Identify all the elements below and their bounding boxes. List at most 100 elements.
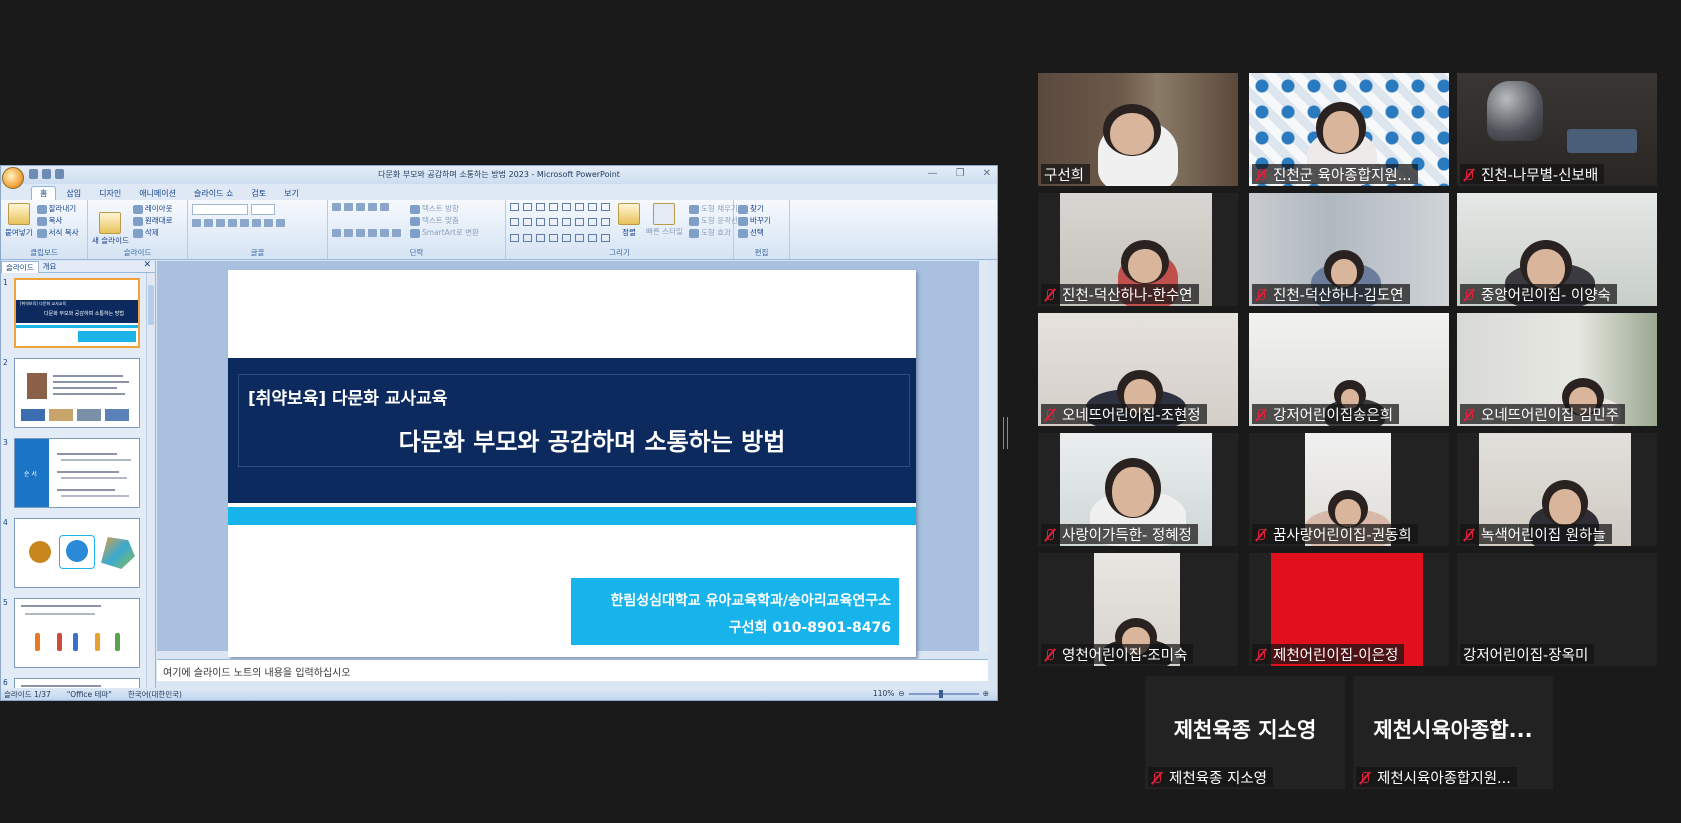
quick-styles-icon	[653, 203, 676, 225]
slide-subtitle: [취약보육] 다문화 교사교육	[248, 389, 448, 409]
zoom-out-icon[interactable]: ⊖	[898, 689, 904, 698]
tab-insert[interactable]: 삽입	[58, 187, 89, 200]
participant-tile[interactable]: 진천-덕산하나-한수연	[1038, 193, 1238, 306]
delete-slide-button[interactable]: 삭제	[132, 227, 173, 239]
participant-tile[interactable]: 구선희	[1038, 73, 1238, 186]
minimize-icon[interactable]: —	[928, 168, 938, 179]
slide-scrollbar[interactable]	[979, 261, 988, 651]
cut-button[interactable]: 잘라내기	[36, 203, 79, 215]
text-direction-button[interactable]: 텍스트 방향	[410, 203, 479, 215]
participant-nameplate: 강저어린이집송은희	[1252, 404, 1400, 424]
shape-fill-button[interactable]: 도형 채우기	[688, 203, 738, 215]
align-buttons[interactable]	[332, 229, 404, 241]
tab-animation[interactable]: 애니메이션	[131, 187, 184, 200]
slide-title: 다문화 부모와 공감하며 소통하는 방법	[398, 428, 786, 456]
tab-slideshow[interactable]: 슬라이드 쇼	[186, 187, 241, 200]
ribbon: 붙여넣기 잘라내기 복사 서식 복사 클립보드 새 슬라이드 레이아웃 원래대로…	[1, 200, 997, 260]
participant-tile[interactable]: 중앙어린이집- 이양숙	[1457, 193, 1657, 306]
participant-tile[interactable]: 제천어린이집-이은정	[1249, 553, 1449, 666]
zoom-in-icon[interactable]: ⊕	[983, 689, 989, 698]
slide-thumbnail-1[interactable]: 1 [취약보육] 다문화 교사교육 다문화 부모와 공감하며 소통하는 방법	[1, 278, 146, 350]
notes-pane[interactable]: 여기에 슬라이드 노트의 내용을 입력하십시오	[157, 659, 988, 681]
thumbnail-scrollbar[interactable]	[146, 273, 155, 688]
participant-name: 꿈사랑어린이집-권동희	[1273, 528, 1412, 544]
tab-home[interactable]: 홈	[31, 186, 57, 200]
participant-tile[interactable]: 제천시육아종합... 제천시육아종합지원...	[1353, 676, 1553, 789]
participant-nameplate: 진천군 육아종합지원...	[1252, 164, 1418, 184]
view-splitter[interactable]	[1003, 417, 1008, 449]
participant-tile[interactable]: 영천어린이집-조미숙	[1038, 553, 1238, 666]
participant-tile[interactable]: 진천군 육아종합지원...	[1249, 73, 1449, 186]
participant-tile[interactable]: 강저어린이집송은희	[1249, 313, 1449, 426]
editing-group: 찾기 바꾸기 선택 편집	[734, 200, 790, 259]
zoom-slider[interactable]	[908, 689, 979, 698]
participant-tile[interactable]: 오네뜨어린이집-조현정	[1038, 313, 1238, 426]
affiliation-text: 한림성심대학교 유아교육학과/송아리교육연구소	[610, 593, 891, 609]
shape-outline-button[interactable]: 도형 윤곽선	[688, 215, 738, 227]
status-bar: 슬라이드 1/37 "Office 테마" 한국어(대한민국) 110% ⊖ ⊕	[1, 688, 997, 700]
new-slide-icon	[99, 212, 122, 234]
tab-outline[interactable]: 개요	[39, 261, 61, 272]
shared-powerpoint-window[interactable]: 다문화 부모와 공감하며 소통하는 방법 2023 - Microsoft Po…	[0, 165, 998, 701]
theme-name: "Office 테마"	[66, 689, 112, 699]
select-icon	[738, 228, 748, 238]
participant-name: 영천어린이집-조미숙	[1062, 648, 1188, 664]
tab-review[interactable]: 검토	[243, 187, 274, 200]
paste-button[interactable]: 붙여넣기	[5, 203, 33, 247]
font-size-input[interactable]	[251, 203, 275, 215]
close-icon[interactable]: ✕	[143, 260, 151, 270]
participant-tile[interactable]: 녹색어린이집 원하늘	[1457, 433, 1657, 546]
participant-tile[interactable]: 진천-덕산하나-김도연	[1249, 193, 1449, 306]
shapes-gallery[interactable]	[510, 203, 612, 247]
font-format-buttons[interactable]	[192, 219, 323, 231]
participant-nameplate: 영천어린이집-조미숙	[1041, 644, 1194, 664]
list-buttons[interactable]	[332, 203, 404, 215]
select-button[interactable]: 선택	[738, 227, 785, 239]
slide-count: 슬라이드 1/37	[4, 689, 51, 699]
find-button[interactable]: 찾기	[738, 203, 785, 215]
replace-button[interactable]: 바꾸기	[738, 215, 785, 227]
shape-effects-button[interactable]: 도형 효과	[688, 227, 738, 239]
smartart-button[interactable]: SmartArt로 변환	[410, 227, 479, 239]
participant-tile[interactable]: 꿈사랑어린이집-권동희	[1249, 433, 1449, 546]
quick-styles-button[interactable]: 빠른 스타일	[646, 203, 683, 247]
slides-group: 새 슬라이드 레이아웃 원래대로 삭제 슬라이드	[88, 200, 188, 259]
new-slide-button[interactable]: 새 슬라이드	[92, 203, 129, 247]
participant-tile[interactable]: 진천-나무별-신보배	[1457, 73, 1657, 186]
mic-muted-icon	[1255, 288, 1267, 302]
copy-button[interactable]: 복사	[36, 215, 79, 227]
align-text-button[interactable]: 텍스트 맞춤	[410, 215, 479, 227]
fill-icon	[688, 204, 699, 214]
current-slide[interactable]: [취약보육] 다문화 교사교육 다문화 부모와 공감하며 소통하는 방법 한림성…	[228, 270, 916, 657]
copy-icon	[36, 216, 47, 226]
participant-nameplate: 진천-나무별-신보배	[1460, 164, 1605, 184]
slide-thumbnail-3[interactable]: 3 순 서	[1, 438, 146, 510]
arrange-icon	[618, 203, 640, 225]
format-painter-button[interactable]: 서식 복사	[36, 227, 79, 239]
participant-tile[interactable]: 사랑이가득한- 정혜정	[1038, 433, 1238, 546]
slide-thumbnail-4[interactable]: 4	[1, 518, 146, 590]
font-name-input[interactable]	[192, 203, 248, 215]
zoom-level: 110%	[872, 689, 895, 698]
participant-name: 녹색어린이집 원하늘	[1481, 528, 1606, 544]
participant-nameplate: 제천시육아종합지원...	[1356, 767, 1517, 787]
participant-tile[interactable]: 강저어린이집-장옥미	[1457, 553, 1657, 666]
participant-name: 진천군 육아종합지원...	[1273, 168, 1412, 184]
arrange-button[interactable]: 정렬	[618, 203, 640, 247]
maximize-icon[interactable]: ❐	[956, 168, 965, 179]
participant-tile[interactable]: 제천육종 지소영 제천육종 지소영	[1145, 676, 1345, 789]
mic-muted-icon	[1463, 288, 1475, 302]
pane-tabs: 슬라이드 개요 ✕	[1, 260, 155, 273]
close-icon[interactable]: ✕	[983, 168, 991, 179]
tab-design[interactable]: 디자인	[91, 187, 129, 200]
reset-button[interactable]: 원래대로	[132, 215, 173, 227]
mic-muted-icon	[1463, 528, 1475, 542]
tab-view[interactable]: 보기	[276, 187, 307, 200]
participant-nameplate: 제천육종 지소영	[1148, 767, 1273, 787]
layout-button[interactable]: 레이아웃	[132, 203, 173, 215]
participant-display-name: 제천시육아종합...	[1373, 718, 1533, 742]
slide-thumbnail-2[interactable]: 2	[1, 358, 146, 430]
slide-thumbnail-5[interactable]: 5	[1, 598, 146, 670]
tab-slides[interactable]: 슬라이드	[1, 260, 39, 273]
participant-tile[interactable]: 오네뜨어린이집 김민주	[1457, 313, 1657, 426]
